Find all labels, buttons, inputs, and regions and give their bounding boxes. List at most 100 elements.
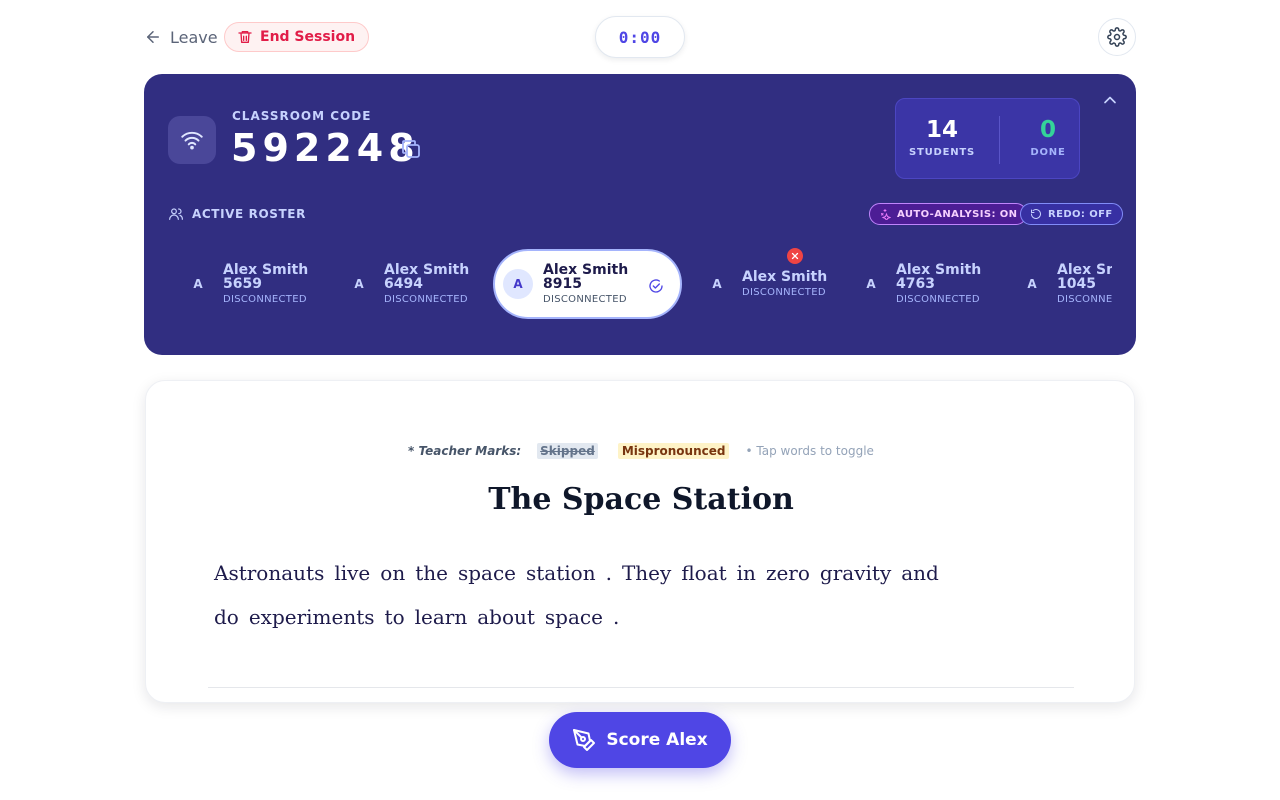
active-roster-heading: ACTIVE ROSTER xyxy=(168,205,306,223)
student-name: Alex Smith 4763 xyxy=(896,262,982,292)
passage-word[interactable]: float xyxy=(681,551,726,595)
student-card[interactable]: A Alex Smith DISCONNECTED xyxy=(702,246,842,322)
students-count: 14 xyxy=(925,117,958,143)
auto-analysis-toggle[interactable]: AUTO-ANALYSIS: ON xyxy=(869,203,1028,225)
sparkles-icon xyxy=(881,209,891,220)
student-name: Alex Smith 1045 xyxy=(1057,262,1112,292)
student-info: Alex Smith 1045 DISCONNECTED xyxy=(1057,263,1112,305)
score-student-button[interactable]: Score Alex xyxy=(549,712,731,768)
classroom-code: 592248 xyxy=(231,126,420,170)
redo-label: REDO: OFF xyxy=(1048,208,1113,220)
passage-word[interactable]: station xyxy=(526,551,596,595)
passage-word[interactable]: . xyxy=(606,551,612,595)
rotate-icon xyxy=(1031,209,1041,219)
top-bar: Leave End Session 0:00 xyxy=(0,0,1280,74)
passage-word[interactable]: the xyxy=(415,551,448,595)
done-count: 0 xyxy=(1039,117,1056,143)
students-stat-label: STUDENTS xyxy=(908,147,976,158)
close-icon xyxy=(791,252,799,260)
passage-word[interactable]: live xyxy=(334,551,370,595)
passage-word[interactable]: in xyxy=(737,551,756,595)
session-timer: 0:00 xyxy=(595,16,685,58)
student-card[interactable]: A Alex Smith 1045 DISCONNECTED xyxy=(1017,246,1112,322)
passage-card: * Teacher Marks: Skipped Mispronounced •… xyxy=(145,380,1135,703)
student-avatar: A xyxy=(866,277,876,291)
passage-word[interactable]: and xyxy=(901,551,939,595)
passage-word[interactable]: to xyxy=(385,595,405,639)
passage-text: Astronauts live on the space station. They floa… xyxy=(214,551,954,639)
student-name: Alex Smith 5659 xyxy=(223,262,309,292)
student-info: Alex Smith 8915 DISCONNECTED xyxy=(543,263,643,305)
leave-label: Leave xyxy=(170,27,218,47)
pen-tool-icon xyxy=(573,729,596,751)
leave-button[interactable]: Leave xyxy=(144,24,218,50)
tap-hint: • Tap words to toggle xyxy=(745,444,874,458)
skipped-legend: Skipped xyxy=(537,443,598,459)
active-roster-label: ACTIVE ROSTER xyxy=(192,207,306,221)
student-info: Alex Smith 6494 DISCONNECTED xyxy=(384,263,484,305)
passage-word[interactable]: do xyxy=(214,595,239,639)
passage-word[interactable]: space xyxy=(545,595,603,639)
mispronounced-legend: Mispronounced xyxy=(617,443,730,459)
end-session-label: End Session xyxy=(260,29,356,45)
student-card-selected[interactable]: A Alex Smith 8915 DISCONNECTED xyxy=(493,249,682,319)
settings-button[interactable] xyxy=(1098,18,1136,56)
check-circle-icon xyxy=(649,279,663,293)
auto-analysis-label: AUTO-ANALYSIS: ON xyxy=(897,208,1018,220)
students-stat: 14 STUDENTS xyxy=(896,99,988,180)
teacher-marks-label: * Teacher Marks: xyxy=(408,444,522,458)
passage-word[interactable]: Astronauts xyxy=(214,551,324,595)
student-info: Alex Smith 5659 DISCONNECTED xyxy=(223,263,323,305)
passage-word[interactable]: space xyxy=(458,551,516,595)
passage-word[interactable]: gravity xyxy=(820,551,891,595)
done-stat-label: DONE xyxy=(1030,147,1066,158)
student-status: DISCONNECTED xyxy=(384,294,468,305)
student-status: DISCONNECTED xyxy=(1057,294,1112,305)
student-avatar: A xyxy=(503,269,533,299)
student-card[interactable]: A Alex Smith 4763 DISCONNECTED xyxy=(856,246,996,322)
trash-icon xyxy=(238,31,252,43)
student-avatar: A xyxy=(193,277,203,291)
student-roster: A Alex Smith 5659 DISCONNECTED A Alex Sm… xyxy=(168,246,1112,322)
classroom-panel: CLASSROOM CODE 592248 14 STUDENTS 0 DONE… xyxy=(144,74,1136,355)
student-name: Alex Smith xyxy=(742,269,828,285)
arrow-left-icon xyxy=(147,31,159,43)
passage-title: The Space Station xyxy=(488,482,794,517)
student-status: DISCONNECTED xyxy=(223,294,307,305)
student-avatar: A xyxy=(1027,277,1037,291)
wifi-badge xyxy=(168,116,216,164)
student-status: DISCONNECTED xyxy=(742,287,826,298)
student-card[interactable]: A Alex Smith 6494 DISCONNECTED xyxy=(344,246,484,322)
student-info: Alex Smith DISCONNECTED xyxy=(742,270,842,298)
wifi-icon xyxy=(181,131,203,150)
session-stats: 14 STUDENTS 0 DONE xyxy=(895,98,1080,179)
student-status: DISCONNECTED xyxy=(896,294,980,305)
passage-word[interactable]: learn xyxy=(415,595,468,639)
student-avatar: A xyxy=(712,277,722,291)
student-info: Alex Smith 4763 DISCONNECTED xyxy=(896,263,996,305)
student-name: Alex Smith 6494 xyxy=(384,262,470,292)
passage-word[interactable]: They xyxy=(622,551,671,595)
student-avatar: A xyxy=(354,277,364,291)
copy-icon[interactable] xyxy=(399,137,423,161)
users-icon xyxy=(169,208,183,220)
classroom-code-label: CLASSROOM CODE xyxy=(232,109,372,123)
passage-divider xyxy=(208,687,1074,688)
remove-student-button[interactable] xyxy=(787,248,803,264)
stats-divider xyxy=(999,116,1000,164)
student-card[interactable]: A Alex Smith 5659 DISCONNECTED xyxy=(183,246,323,322)
passage-word[interactable]: experiments xyxy=(249,595,375,639)
redo-toggle[interactable]: REDO: OFF xyxy=(1020,203,1123,225)
chevron-up-icon[interactable] xyxy=(1100,90,1120,110)
end-session-button[interactable]: End Session xyxy=(224,22,370,52)
student-name: Alex Smith 8915 xyxy=(543,262,629,292)
passage-word[interactable]: zero xyxy=(766,551,810,595)
score-button-label: Score Alex xyxy=(606,730,708,750)
passage-word[interactable]: on xyxy=(380,551,405,595)
done-stat: 0 DONE xyxy=(1002,99,1094,180)
passage-word[interactable]: about xyxy=(477,595,535,639)
student-status: DISCONNECTED xyxy=(543,294,627,305)
gear-icon xyxy=(1107,27,1127,47)
teacher-marks-legend: * Teacher Marks: Skipped Mispronounced •… xyxy=(146,443,1136,459)
passage-word[interactable]: . xyxy=(613,595,619,639)
